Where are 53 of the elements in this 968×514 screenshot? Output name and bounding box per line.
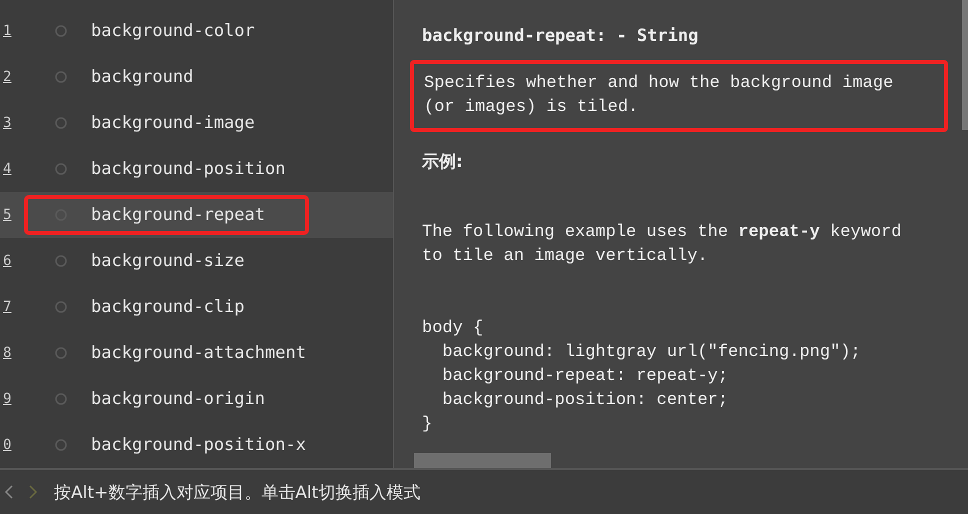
suggestion-label: background-clip [91,297,245,317]
suggestion-label: background-attachment [91,343,306,363]
circle-icon [55,255,67,267]
suggestion-item[interactable]: 3 background-image [0,100,393,146]
circle-icon [55,71,67,83]
item-number: 5 [2,207,12,223]
code-line: background-position: center; [441,390,728,412]
suggestion-label: background-position-x [91,435,306,455]
item-number: 7 [2,299,12,315]
item-number: 6 [2,253,12,269]
item-number: 3 [2,115,12,131]
suggestion-label: background-size [91,251,245,271]
suggestion-item[interactable]: 1 background-color [0,8,393,54]
item-number: 2 [2,69,12,85]
suggestion-item[interactable]: 4 background-position [0,146,393,192]
doc-description: Specifies whether and how the background image (or images) is tiled. [410,60,948,132]
scrollbar-thumb[interactable] [962,0,968,130]
code-line: background-repeat: repeat-y; [441,366,728,388]
item-number: 1 [2,23,12,39]
suggestion-label: background-repeat [91,205,265,225]
previous-icon[interactable] [4,485,14,499]
item-number: 9 [2,391,12,407]
suggestion-item[interactable]: 5 background-repeat [0,192,393,238]
suggestion-item[interactable]: 7 background-clip [0,284,393,330]
item-number: 0 [2,437,12,453]
scrollbar-thumb[interactable] [414,453,551,468]
suggestion-label: background-image [91,113,255,133]
suggestion-item[interactable]: 9 background-origin [0,376,393,422]
circle-icon [55,301,67,313]
code-line: background: lightgray url("fencing.png"); [441,342,861,364]
circle-icon [55,439,67,451]
next-icon[interactable] [28,485,38,499]
circle-icon [55,347,67,359]
circle-icon [55,25,67,37]
item-number: 8 [2,345,12,361]
hint-text: 按Alt+数字插入对应项目。单击Alt切换插入模式 [54,482,420,504]
suggestion-label: background [91,67,194,87]
doc-title: background-repeat: - String [422,26,700,46]
suggestion-item[interactable]: 6 background-size [0,238,393,284]
example-heading: 示例: [422,151,464,173]
suggestion-item[interactable]: 0 background-position-x [0,422,393,468]
item-number: 4 [2,161,12,177]
code-line: body { [422,318,484,340]
suggestion-label: background-position [91,159,286,179]
suggestion-label: background-origin [91,389,265,409]
example-text: The following example uses the repeat-y keyword to tile an image vertically. [422,222,902,268]
suggestion-item[interactable]: 2 background [0,54,393,100]
code-line: } [422,414,432,436]
circle-icon [55,393,67,405]
suggestion-item[interactable]: 8 background-attachment [0,330,393,376]
circle-icon [55,163,67,175]
suggestion-label: background-color [91,21,255,41]
circle-icon [55,117,67,129]
